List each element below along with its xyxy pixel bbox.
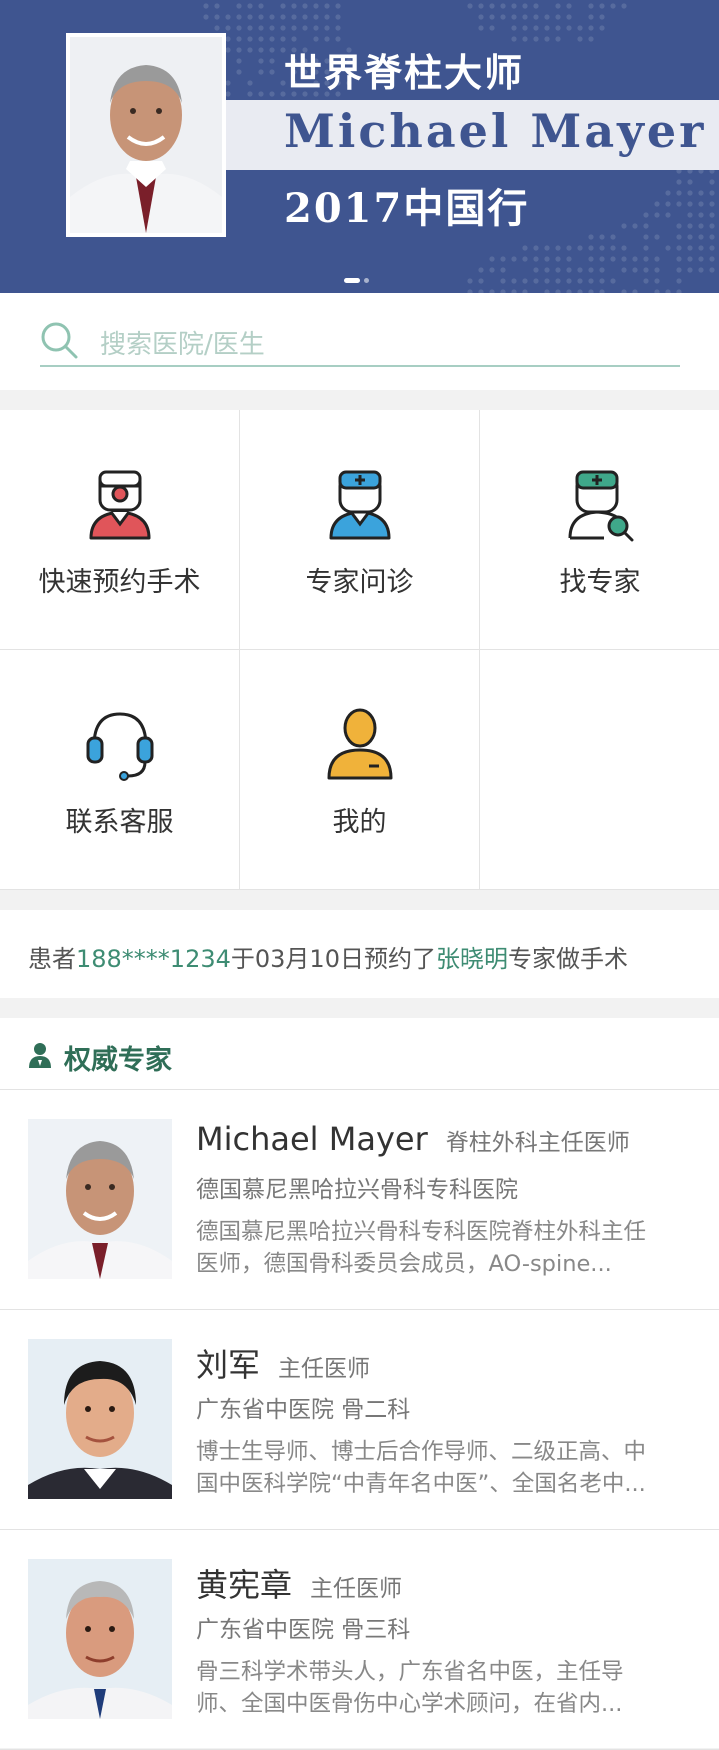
expert-avatar [28, 1339, 172, 1499]
menu-label: 快速预约手术 [38, 567, 201, 598]
menu-quick-surgery[interactable]: 快速预约手术 [0, 410, 240, 650]
menu-label: 专家问诊 [305, 567, 414, 598]
promo-banner[interactable]: 世界脊柱大师 Michael Mayer 2017中国行 [0, 0, 719, 293]
desc-line: 骨三科学术带头人，广东省名中医，主任导 [196, 1659, 624, 1685]
expert-card[interactable]: Michael Mayer 脊柱外科主任医师 德国慕尼黑哈拉兴骨科专科医院 德国慕… [0, 1090, 719, 1310]
expert-title: 主任医师 [278, 1356, 371, 1382]
expert-avatar [28, 1559, 172, 1719]
experts-header: 权威专家 [0, 1018, 719, 1090]
expert-card[interactable]: 黄宪章 主任医师 广东省中医院 骨三科 骨三科学术带头人，广东省名中医，主任导 师… [0, 1530, 719, 1750]
doctor-icon [329, 470, 390, 540]
expert-title: 主任医师 [310, 1576, 403, 1602]
appointment-ticker: 患者188****1234于03月10日预约了张晓明专家做手术 [0, 910, 719, 998]
expert-name: 刘军 [196, 1346, 261, 1384]
menu-expert-consult[interactable]: 专家问诊 [240, 410, 480, 650]
expert-hospital: 广东省中医院 骨二科 [196, 1397, 411, 1423]
notice-doctor[interactable]: 张晓明 [436, 945, 508, 973]
menu-mine[interactable]: 我的 [240, 650, 480, 890]
desc-line: 国中医科学院“中青年名中医”、全国名老中... [196, 1471, 646, 1497]
banner-subtitle: 2017中国行 [284, 185, 530, 232]
desc-line: 德国慕尼黑哈拉兴骨科专科医院脊柱外科主任 [196, 1219, 647, 1245]
pager-dot-active[interactable] [344, 278, 360, 283]
banner-pagination[interactable] [344, 270, 373, 289]
menu-label: 联系客服 [65, 807, 174, 838]
feature-grid: 快速预约手术 专家问诊 找专家 联系客服 我的 [0, 410, 719, 890]
menu-find-expert[interactable]: 找专家 [480, 410, 719, 650]
notice-phone: 188****1234 [76, 945, 231, 973]
experts-title: 权威专家 [64, 1045, 172, 1076]
expert-hospital: 德国慕尼黑哈拉兴骨科专科医院 [196, 1177, 518, 1203]
search-placeholder: 搜索医院/医生 [100, 330, 265, 360]
expert-hospital: 广东省中医院 骨三科 [196, 1617, 411, 1643]
expert-description: 博士生导师、博士后合作导师、二级正高、中 国中医科学院“中青年名中医”、全国名老… [196, 1436, 696, 1500]
headset-icon [86, 712, 153, 781]
user-icon [327, 708, 392, 780]
notice-middle: 于03月10日预约了 [230, 945, 436, 973]
search-bar: 搜索医院/医生 [0, 293, 719, 390]
banner-doctor-photo [66, 33, 226, 237]
notice-suffix: 专家做手术 [507, 945, 628, 973]
expert-avatar [28, 1119, 172, 1279]
expert-name: 黄宪章 [196, 1566, 293, 1604]
search-icon [41, 322, 78, 359]
banner-doctor-name: Michael Mayer [284, 104, 707, 158]
expert-title: 脊柱外科主任医师 [445, 1130, 630, 1156]
experts-section: 权威专家 Michael Mayer 脊柱外科主任医师 德国慕尼黑哈拉兴骨科专科医… [0, 1018, 719, 1750]
menu-empty-cell [480, 650, 719, 890]
banner-headline: 世界脊柱大师 [284, 50, 525, 95]
desc-line: 师、全国中医骨伤中心学术顾问，在省内... [196, 1691, 623, 1717]
desc-line: 医师，德国骨科委员会成员，AO-spine... [196, 1251, 612, 1277]
expert-name: Michael Mayer [196, 1120, 428, 1158]
desc-line: 博士生导师、博士后合作导师、二级正高、中 [196, 1439, 647, 1465]
menu-label: 找专家 [559, 567, 641, 598]
find-doctor-icon [568, 470, 634, 542]
expert-description: 德国慕尼黑哈拉兴骨科专科医院脊柱外科主任 医师，德国骨科委员会成员，AO-spi… [196, 1216, 696, 1280]
expert-badge-icon [29, 1043, 51, 1068]
expert-description: 骨三科学术带头人，广东省名中医，主任导 师、全国中医骨伤中心学术顾问，在省内..… [196, 1656, 696, 1720]
menu-label: 我的 [332, 807, 387, 838]
surgeon-icon [89, 470, 150, 540]
expert-card[interactable]: 刘军 主任医师 广东省中医院 骨二科 博士生导师、博士后合作导师、二级正高、中 国… [0, 1310, 719, 1530]
menu-customer-service[interactable]: 联系客服 [0, 650, 240, 890]
pager-dot[interactable] [364, 278, 369, 283]
notice-prefix: 患者 [28, 945, 76, 973]
search-input[interactable]: 搜索医院/医生 [40, 315, 680, 367]
